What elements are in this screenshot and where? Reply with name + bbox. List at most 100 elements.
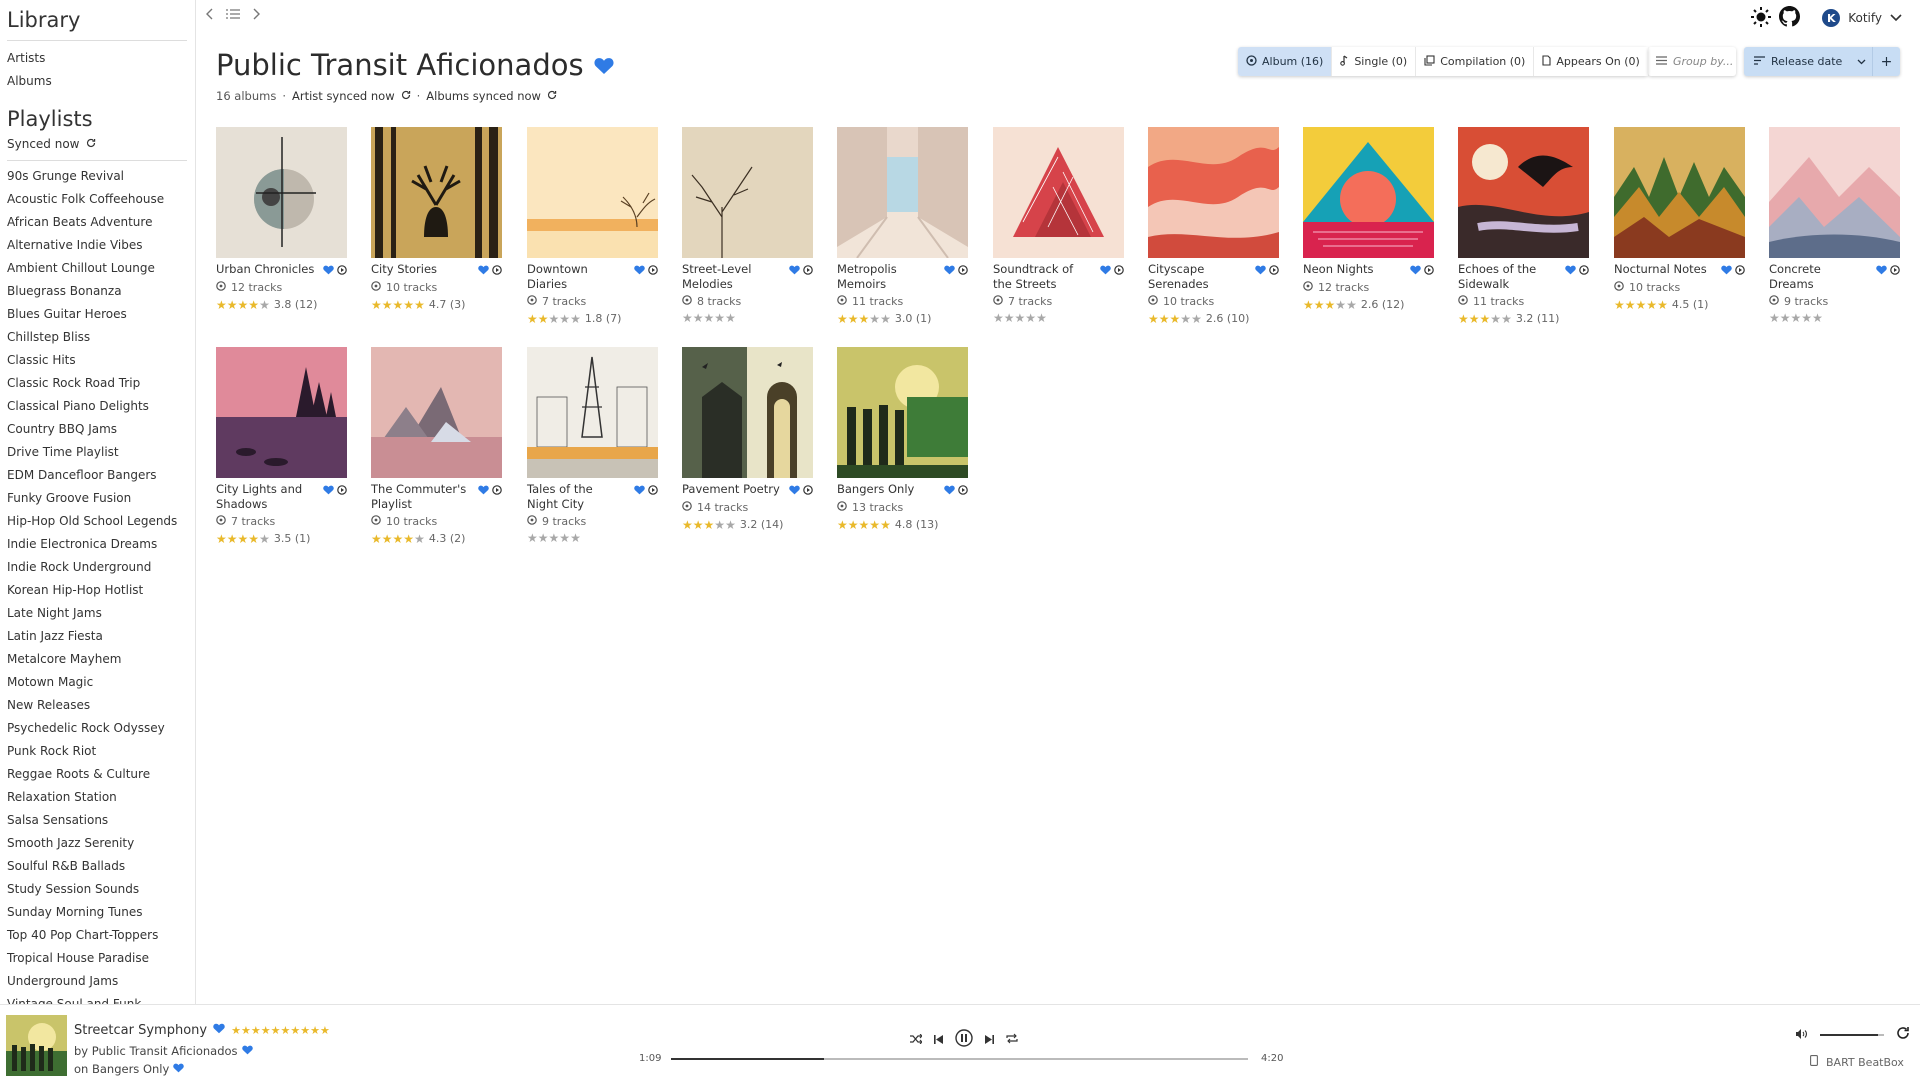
- progress-bar[interactable]: [671, 1058, 1248, 1060]
- star-icon[interactable]: ★: [570, 531, 581, 545]
- sidebar-playlist-item[interactable]: Motown Magic: [0, 671, 195, 694]
- track-title[interactable]: Streetcar Symphony: [74, 1023, 207, 1038]
- play-circle-icon[interactable]: [803, 484, 813, 498]
- user-avatar[interactable]: K: [1822, 9, 1841, 27]
- star-icon[interactable]: ★: [725, 518, 736, 532]
- star-icon[interactable]: ★: [403, 298, 414, 312]
- star-icon[interactable]: ★: [1314, 298, 1325, 312]
- star-icon[interactable]: ★: [837, 518, 848, 532]
- star-icon[interactable]: ★: [238, 298, 249, 312]
- album-card[interactable]: City Lights and Shadows 7 tracks ★★★★★ 3.5 …: [216, 347, 347, 545]
- play-circle-icon[interactable]: [1114, 264, 1124, 278]
- album-cover[interactable]: [837, 347, 968, 478]
- album-cover[interactable]: [1303, 127, 1434, 258]
- sort-dropdown-chevron-icon[interactable]: [1850, 47, 1872, 76]
- favorite-heart-icon[interactable]: [1100, 264, 1111, 278]
- next-icon[interactable]: [985, 1033, 994, 1047]
- github-icon[interactable]: [1779, 6, 1801, 30]
- favorite-heart-icon[interactable]: [478, 484, 489, 498]
- sidebar-playlist-item[interactable]: Drive Time Playlist: [0, 441, 195, 464]
- star-icon[interactable]: ★: [382, 532, 393, 546]
- star-icon[interactable]: ★: [1325, 298, 1336, 312]
- play-circle-icon[interactable]: [958, 264, 968, 278]
- star-icon[interactable]: ★: [1148, 312, 1159, 326]
- sidebar-playlist-item[interactable]: Chillstep Bliss: [0, 326, 195, 349]
- track-rating-stars[interactable]: ★★★★★★★★★★: [231, 1024, 330, 1037]
- album-card[interactable]: Street-Level Melodies 8 tracks ★★★★★: [682, 127, 813, 324]
- play-circle-icon[interactable]: [1269, 264, 1279, 278]
- star-icon[interactable]: ★: [1180, 312, 1191, 326]
- star-icon[interactable]: ★: [1335, 298, 1346, 312]
- star-icon[interactable]: ★: [382, 298, 393, 312]
- star-icon[interactable]: ★: [527, 312, 538, 326]
- sidebar-playlist-item[interactable]: Ambient Chillout Lounge: [0, 257, 195, 280]
- star-icon[interactable]: ★: [227, 532, 238, 546]
- track-album[interactable]: on Bangers Only: [74, 1062, 169, 1076]
- sidebar-playlist-item[interactable]: Metalcore Mayhem: [0, 648, 195, 671]
- album-title[interactable]: Urban Chronicles: [216, 262, 316, 278]
- play-circle-icon[interactable]: [803, 264, 813, 278]
- star-icon[interactable]: ★: [869, 312, 880, 326]
- star-icon[interactable]: ★: [1801, 311, 1812, 325]
- sidebar-playlist-item[interactable]: Relaxation Station: [0, 786, 195, 809]
- refresh-albums-icon[interactable]: [547, 89, 557, 103]
- album-card[interactable]: Tales of the Night City 9 tracks ★★★★★: [527, 347, 658, 544]
- sidebar-playlist-item[interactable]: Country BBQ Jams: [0, 418, 195, 441]
- album-card[interactable]: The Commuter's Playlist 10 tracks ★★★★★ 4.3…: [371, 347, 502, 545]
- star-icon[interactable]: ★: [693, 311, 704, 325]
- rating-stars[interactable]: ★★★★★: [1303, 299, 1357, 311]
- favorite-heart-icon[interactable]: [944, 264, 955, 278]
- star-icon[interactable]: ★: [538, 531, 549, 545]
- star-icon[interactable]: ★: [1769, 311, 1780, 325]
- album-cover[interactable]: [216, 127, 347, 258]
- star-icon[interactable]: ★: [1025, 311, 1036, 325]
- star-icon[interactable]: ★: [1625, 298, 1636, 312]
- album-card[interactable]: City Stories 10 tracks ★★★★★ 4.7 (3): [371, 127, 502, 311]
- previous-icon[interactable]: [934, 1033, 943, 1047]
- star-icon[interactable]: ★: [1303, 298, 1314, 312]
- play-circle-icon[interactable]: [1424, 264, 1434, 278]
- star-icon[interactable]: ★: [859, 312, 870, 326]
- star-icon[interactable]: ★: [848, 518, 859, 532]
- album-title[interactable]: City Stories: [371, 262, 471, 278]
- sidebar-playlist-item[interactable]: Funky Groove Fusion: [0, 487, 195, 510]
- sidebar-playlist-item[interactable]: Classical Piano Delights: [0, 395, 195, 418]
- sidebar-playlist-item[interactable]: Sunday Morning Tunes: [0, 901, 195, 924]
- star-icon[interactable]: ★: [538, 312, 549, 326]
- star-icon[interactable]: ★: [1159, 312, 1170, 326]
- chevron-down-icon[interactable]: [1890, 11, 1902, 25]
- play-circle-icon[interactable]: [337, 264, 347, 278]
- tab-appears-on[interactable]: Appears On (0): [1534, 47, 1648, 76]
- album-card[interactable]: Soundtrack of the Streets 7 tracks ★★★★★: [993, 127, 1124, 324]
- sidebar-playlist-item[interactable]: Classic Hits: [0, 349, 195, 372]
- track-artist[interactable]: by Public Transit Aficionados: [74, 1044, 238, 1058]
- rating-stars[interactable]: ★★★★★: [1769, 312, 1823, 324]
- star-icon[interactable]: ★: [1812, 311, 1823, 325]
- sidebar-playlist-item[interactable]: Underground Jams: [0, 970, 195, 993]
- sidebar-playlist-item[interactable]: Punk Rock Riot: [0, 740, 195, 763]
- favorite-heart-icon[interactable]: [789, 484, 800, 498]
- sidebar-playlist-item[interactable]: Blues Guitar Heroes: [0, 303, 195, 326]
- album-title[interactable]: Concrete Dreams: [1769, 262, 1869, 292]
- album-cover[interactable]: [371, 347, 502, 478]
- star-icon[interactable]: ★: [869, 518, 880, 532]
- star-icon[interactable]: ★: [251, 1024, 261, 1037]
- sidebar-playlist-item[interactable]: Vintage Soul and Funk: [0, 993, 195, 1004]
- now-playing-cover[interactable]: [6, 1015, 67, 1076]
- star-icon[interactable]: ★: [238, 532, 249, 546]
- album-cover[interactable]: [1614, 127, 1745, 258]
- album-card[interactable]: Concrete Dreams 9 tracks ★★★★★: [1769, 127, 1900, 324]
- play-circle-icon[interactable]: [1890, 264, 1900, 278]
- favorite-heart-icon[interactable]: [1876, 264, 1887, 278]
- rating-stars[interactable]: ★★★★★: [371, 533, 425, 545]
- play-circle-icon[interactable]: [492, 264, 502, 278]
- album-cover[interactable]: [682, 127, 813, 258]
- star-icon[interactable]: ★: [280, 1024, 290, 1037]
- rating-stars[interactable]: ★★★★★: [216, 299, 270, 311]
- play-circle-icon[interactable]: [492, 484, 502, 498]
- star-icon[interactable]: ★: [261, 1024, 271, 1037]
- star-icon[interactable]: ★: [414, 298, 425, 312]
- star-icon[interactable]: ★: [1191, 312, 1202, 326]
- forward-icon[interactable]: [251, 8, 261, 24]
- star-icon[interactable]: ★: [414, 532, 425, 546]
